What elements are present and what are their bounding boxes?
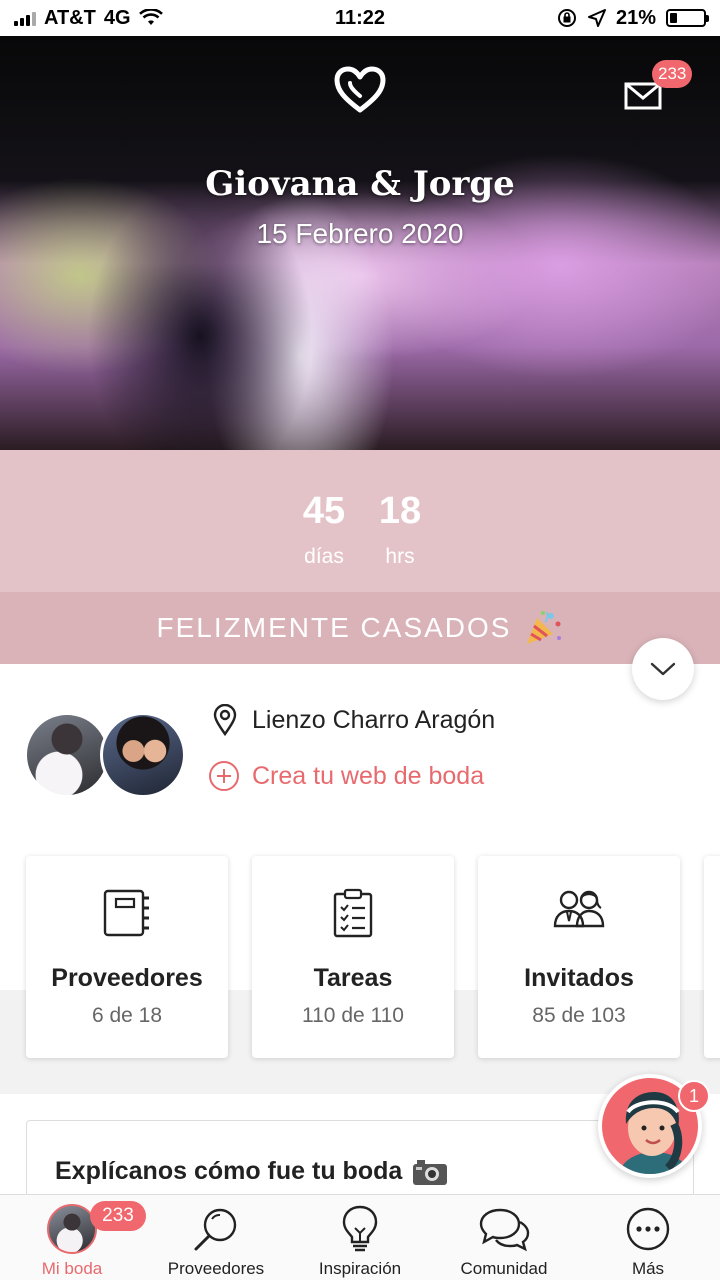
- avatar-couple-2[interactable]: [100, 712, 186, 798]
- location-arrow-icon: [587, 9, 606, 27]
- notebook-icon: [103, 889, 149, 937]
- review-title-row: Explícanos cómo fue tu boda: [55, 1157, 448, 1186]
- card-count: 110 de 110: [302, 1004, 404, 1027]
- wifi-icon: [138, 9, 163, 25]
- card-count: 6 de 18: [91, 1004, 163, 1027]
- nav-label: Proveedores: [167, 1259, 265, 1278]
- card-title: Invitados: [524, 964, 634, 992]
- network-label: 4G: [103, 6, 131, 29]
- venue-row[interactable]: Lienzo Charro Aragón: [212, 704, 495, 736]
- married-text: FELIZMENTE CASADOS: [156, 612, 512, 643]
- card-proveedores[interactable]: Proveedores 6 de 18: [26, 856, 228, 1058]
- nav-comunidad[interactable]: Comunidad: [432, 1195, 576, 1280]
- days-label: días: [304, 545, 344, 568]
- nav-label: Comunidad: [460, 1259, 548, 1278]
- checklist-icon: [333, 888, 373, 938]
- rotation-lock-icon: [557, 9, 576, 27]
- nav-badge: 233: [90, 1201, 146, 1231]
- card-icon-wrap: [478, 888, 680, 944]
- search-icon: [194, 1208, 237, 1251]
- create-web-link[interactable]: Crea tu web de boda: [208, 760, 484, 792]
- couple-names: Giovana & Jorge: [205, 164, 515, 204]
- carrier-label: AT&T: [44, 6, 96, 29]
- battery-icon: [666, 9, 709, 27]
- status-bar: AT&T 4G 11:22 21%: [0, 0, 720, 36]
- countdown-days: 45 días: [296, 490, 352, 569]
- card-count: 85 de 103: [532, 1004, 626, 1027]
- status-right: 21%: [556, 6, 709, 30]
- card-invitados[interactable]: Invitados 85 de 103: [478, 856, 680, 1058]
- nav-inspiracion[interactable]: Inspiración: [288, 1195, 432, 1280]
- card-title: Proveedores: [51, 964, 203, 992]
- countdown-hours: 18 hrs: [376, 490, 424, 569]
- hero-banner[interactable]: 233 Giovana & Jorge 15 Febrero 2020: [0, 36, 720, 450]
- more-icon: [626, 1207, 670, 1251]
- nav-icon-wrap: [334, 1203, 386, 1255]
- signal-icon: [14, 10, 36, 26]
- nav-label: Más: [631, 1259, 665, 1278]
- status-left: AT&T 4G: [14, 7, 163, 30]
- nav-proveedores[interactable]: Proveedores: [144, 1195, 288, 1280]
- countdown: 45 días 18 hrs: [0, 450, 720, 592]
- venue-name: Lienzo Charro Aragón: [252, 705, 496, 734]
- create-web-label: Crea tu web de boda: [252, 761, 485, 790]
- heart-logo-icon: [334, 66, 386, 113]
- mail-badge: 233: [652, 60, 693, 88]
- card-icon-wrap: [26, 888, 228, 944]
- hours-value: 18: [378, 490, 422, 532]
- party-popper-icon: [527, 611, 562, 644]
- location-pin-icon: [213, 704, 237, 736]
- chat-bubbles-icon: [479, 1208, 530, 1252]
- expand-button[interactable]: [632, 638, 694, 700]
- nav-mi-boda[interactable]: 233 Mi boda: [0, 1195, 146, 1280]
- card-icon-wrap: [252, 888, 454, 944]
- nav-label: Mi boda: [41, 1259, 103, 1278]
- plus-circle-icon: [209, 761, 239, 791]
- married-banner: FELIZMENTE CASADOS: [0, 592, 720, 664]
- card-tareas[interactable]: Tareas 110 de 110: [252, 856, 454, 1058]
- hours-label: hrs: [385, 545, 415, 568]
- nav-icon-wrap: [190, 1203, 242, 1255]
- nav-icon-wrap: [478, 1203, 530, 1255]
- nav-icon-wrap: [622, 1203, 674, 1255]
- assistant-badge: 1: [678, 1080, 710, 1112]
- review-title: Explícanos cómo fue tu boda: [55, 1157, 403, 1185]
- lightbulb-icon: [342, 1205, 378, 1252]
- nav-mas[interactable]: Más: [576, 1195, 720, 1280]
- wedding-date: 15 Febrero 2020: [256, 218, 464, 249]
- bottom-nav: 233 Mi boda Proveedores Inspiración Comu…: [0, 1194, 720, 1280]
- battery-fill: [670, 13, 677, 23]
- avatar-couple-1[interactable]: [24, 712, 110, 798]
- nav-label: Inspiración: [318, 1259, 402, 1278]
- camera-icon: [413, 1159, 448, 1185]
- card-next-peek[interactable]: [704, 856, 720, 1058]
- guests-icon: [553, 890, 605, 928]
- battery-percent: 21%: [615, 6, 656, 29]
- card-title: Tareas: [313, 964, 393, 992]
- chevron-down-icon: [650, 662, 676, 676]
- days-value: 45: [302, 490, 346, 532]
